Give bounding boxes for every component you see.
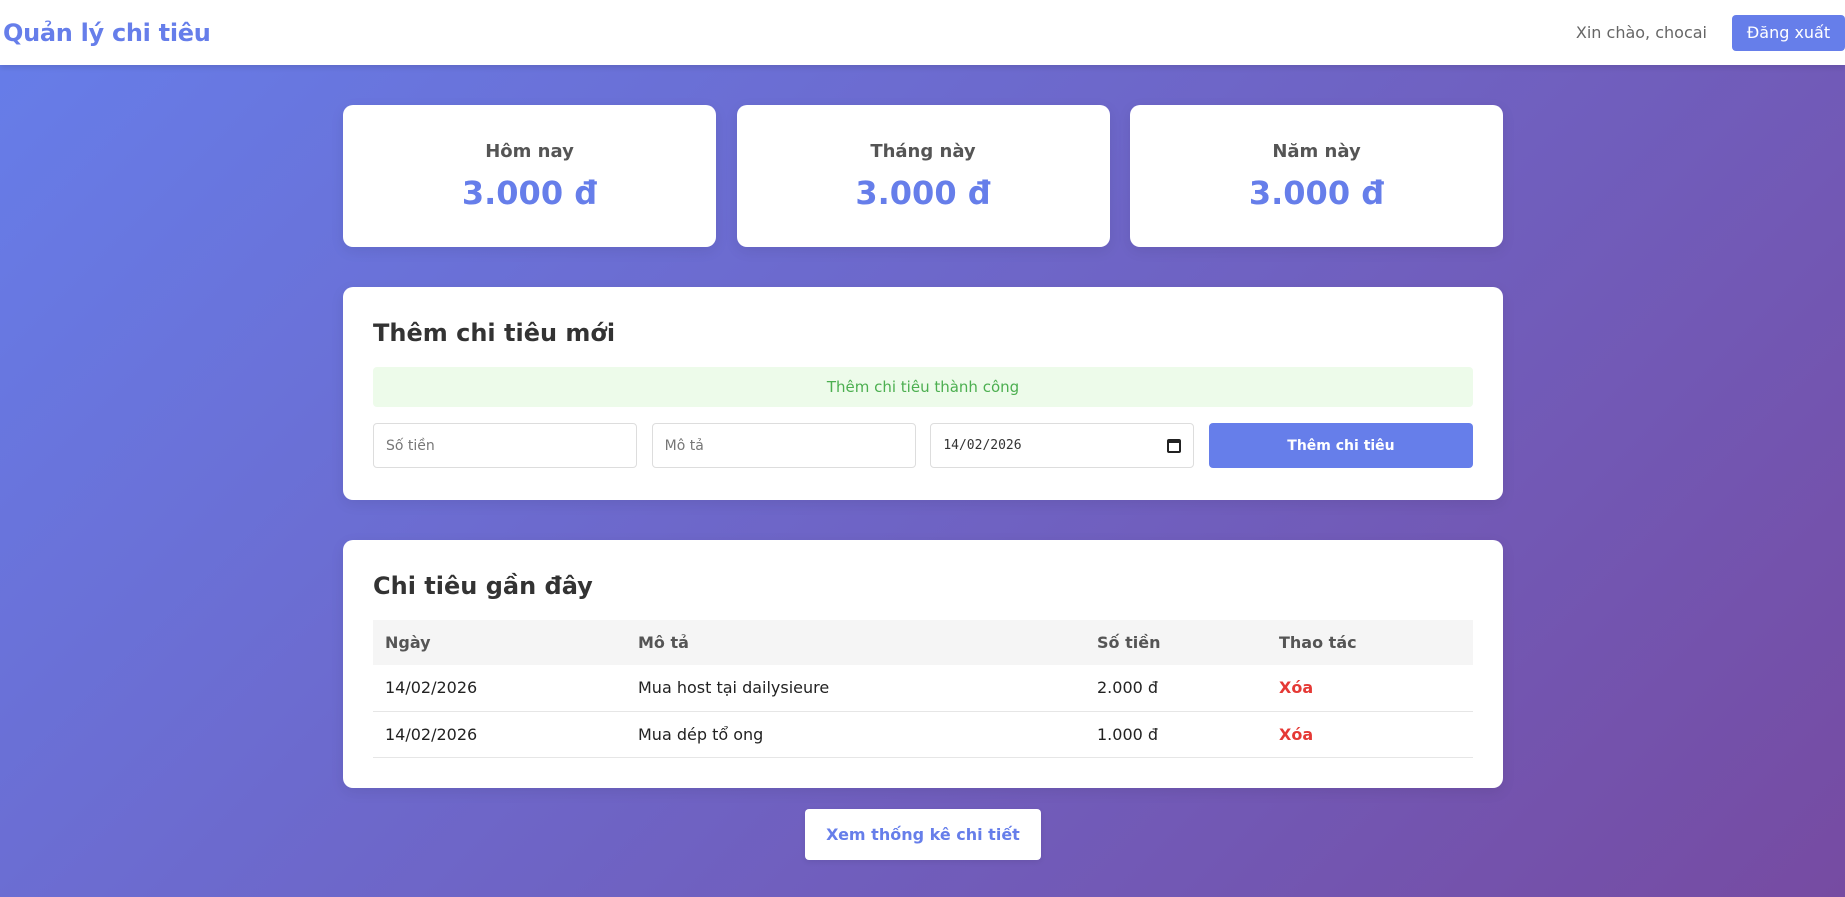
view-statistics-button[interactable]: Xem thống kê chi tiết	[805, 809, 1041, 860]
cell-date: 14/02/2026	[373, 711, 626, 758]
add-expense-card: Thêm chi tiêu mới Thêm chi tiêu thành cô…	[343, 287, 1503, 500]
recent-expenses-card: Chi tiêu gần đây Ngày Mô tả Số tiền Thao…	[343, 540, 1503, 788]
add-expense-button[interactable]: Thêm chi tiêu	[1208, 423, 1473, 468]
recent-expenses-title: Chi tiêu gần đây	[373, 572, 593, 600]
cell-amount: 1.000 đ	[1085, 711, 1267, 758]
table-header-row: Ngày Mô tả Số tiền Thao tác	[373, 620, 1473, 665]
date-value: 14/02/2026	[943, 438, 1022, 453]
cell-date: 14/02/2026	[373, 665, 626, 712]
stat-card-month: Tháng này 3.000 đ	[736, 105, 1110, 247]
stat-label: Hôm nay	[485, 140, 574, 162]
expenses-table: Ngày Mô tả Số tiền Thao tác 14/02/2026 M…	[373, 620, 1473, 758]
table-row: 14/02/2026 Mua host tại dailysieure 2.00…	[373, 665, 1473, 712]
stat-value: 3.000 đ	[855, 173, 991, 212]
cell-amount: 2.000 đ	[1085, 665, 1267, 712]
stat-card-year: Năm này 3.000 đ	[1130, 105, 1503, 247]
column-header-amount: Số tiền	[1085, 620, 1267, 665]
delete-link[interactable]: Xóa	[1279, 678, 1313, 697]
user-greeting: Xin chào, chocai	[1575, 23, 1707, 42]
calendar-icon[interactable]	[1167, 438, 1182, 453]
add-expense-title: Thêm chi tiêu mới	[373, 319, 616, 347]
cell-action: Xóa	[1267, 711, 1473, 758]
stat-label: Năm này	[1272, 140, 1361, 162]
stat-value: 3.000 đ	[1248, 173, 1385, 212]
stat-value: 3.000 đ	[461, 173, 598, 212]
add-expense-form: Số tiền Mô tả 14/02/2026 Thêm chi tiêu	[373, 423, 1473, 468]
stats-row: Hôm nay 3.000 đ Tháng này 3.000 đ Năm nà…	[343, 105, 1503, 247]
delete-link[interactable]: Xóa	[1279, 725, 1313, 744]
column-header-action: Thao tác	[1267, 620, 1473, 665]
cell-description: Mua dép tổ ong	[626, 711, 1085, 758]
table-row: 14/02/2026 Mua dép tổ ong 1.000 đ Xóa	[373, 711, 1473, 758]
navbar: Quản lý chi tiêu Xin chào, chocai Đăng x…	[0, 0, 1845, 65]
cell-description: Mua host tại dailysieure	[626, 665, 1085, 712]
date-input[interactable]: 14/02/2026	[930, 423, 1195, 468]
nav-right: Xin chào, chocai Đăng xuất	[1575, 14, 1845, 51]
stat-card-today: Hôm nay 3.000 đ	[343, 105, 716, 247]
logout-button[interactable]: Đăng xuất	[1732, 14, 1845, 51]
stat-label: Tháng này	[870, 140, 976, 162]
amount-input[interactable]: Số tiền	[373, 423, 637, 468]
column-header-description: Mô tả	[626, 620, 1085, 665]
cell-action: Xóa	[1267, 665, 1473, 712]
description-input[interactable]: Mô tả	[651, 423, 916, 468]
column-header-date: Ngày	[373, 620, 626, 665]
success-alert: Thêm chi tiêu thành công	[373, 367, 1473, 407]
brand-title[interactable]: Quản lý chi tiêu	[3, 19, 211, 47]
